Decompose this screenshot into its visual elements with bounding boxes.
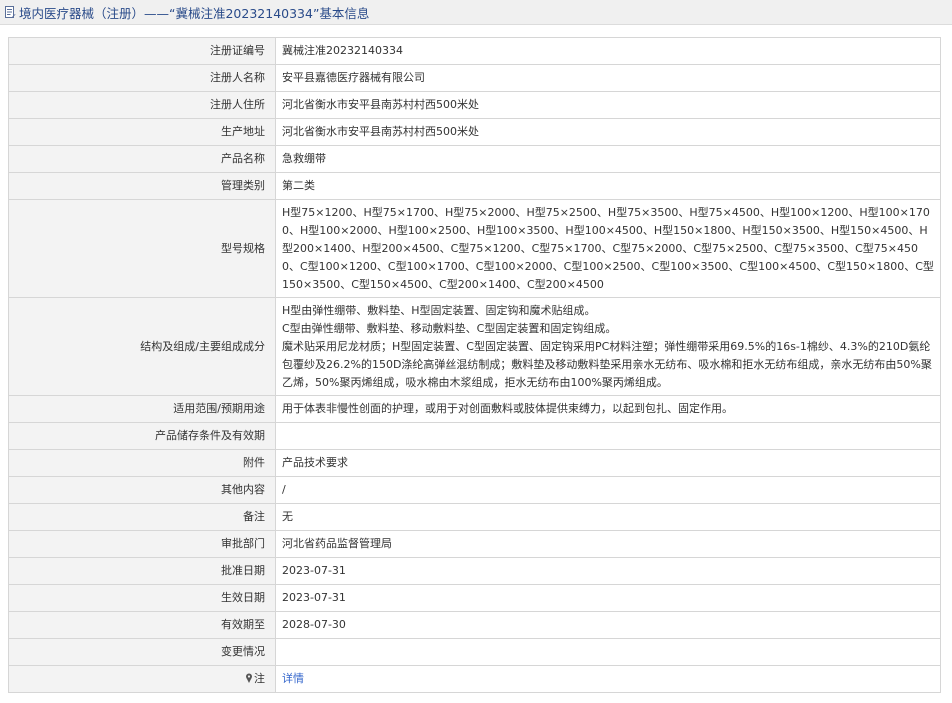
row-value: H型由弹性绷带、敷料垫、H型固定装置、固定钩和魔术贴组成。 C型由弹性绷带、敷料…	[275, 297, 941, 396]
table-row: 批准日期 2023-07-31	[8, 557, 941, 585]
row-value: 用于体表非慢性创面的护理，或用于对创面敷料或肢体提供束缚力，以起到包扎、固定作用…	[275, 395, 941, 423]
row-value	[275, 638, 941, 666]
table-row: 产品名称 急救绷带	[8, 145, 941, 173]
table-row: 其他内容 /	[8, 476, 941, 504]
page-title: 境内医疗器械（注册）——“冀械注准20232140334”基本信息	[19, 5, 370, 21]
row-label: 型号规格	[8, 199, 276, 298]
row-label: 产品储存条件及有效期	[8, 422, 276, 450]
table-row: 审批部门 河北省药品监督管理局	[8, 530, 941, 558]
row-value: 河北省药品监督管理局	[275, 530, 941, 558]
row-value: 2028-07-30	[275, 611, 941, 639]
structure-line: 魔术贴采用尼龙材质；H型固定装置、C型固定装置、固定钩采用PC材料注塑；弹性绷带…	[282, 339, 932, 389]
row-value: 产品技术要求	[275, 449, 941, 477]
row-value: 详情	[275, 665, 941, 693]
table-row: 注册人名称 安平县嘉德医疗器械有限公司	[8, 64, 941, 92]
row-value: 无	[275, 503, 941, 531]
table-row: 变更情况	[8, 638, 941, 666]
row-value: 河北省衡水市安平县南苏村村西500米处	[275, 118, 941, 146]
row-label: 有效期至	[8, 611, 276, 639]
page-header: 境内医疗器械（注册）——“冀械注准20232140334”基本信息	[0, 0, 952, 25]
note-label: 注	[8, 665, 276, 693]
row-label: 注册证编号	[8, 37, 276, 65]
row-value	[275, 422, 941, 450]
row-label: 生产地址	[8, 118, 276, 146]
row-label: 注册人名称	[8, 64, 276, 92]
row-value: 河北省衡水市安平县南苏村村西500米处	[275, 91, 941, 119]
table-row: 生效日期 2023-07-31	[8, 584, 941, 612]
info-table-container: 注册证编号 冀械注准20232140334 注册人名称 安平县嘉德医疗器械有限公…	[8, 37, 941, 693]
table-row: 注 详情	[8, 665, 941, 693]
row-label: 附件	[8, 449, 276, 477]
row-value: 2023-07-31	[275, 584, 941, 612]
table-row: 有效期至 2028-07-30	[8, 611, 941, 639]
row-value: H型75×1200、H型75×1700、H型75×2000、H型75×2500、…	[275, 199, 941, 298]
row-label: 产品名称	[8, 145, 276, 173]
row-label: 适用范围/预期用途	[8, 395, 276, 423]
row-label: 生效日期	[8, 584, 276, 612]
row-label: 注册人住所	[8, 91, 276, 119]
table-row: 结构及组成/主要组成成分 H型由弹性绷带、敷料垫、H型固定装置、固定钩和魔术贴组…	[8, 297, 941, 396]
map-pin-icon	[246, 673, 252, 683]
row-label: 结构及组成/主要组成成分	[8, 297, 276, 396]
row-label: 变更情况	[8, 638, 276, 666]
table-row: 适用范围/预期用途 用于体表非慢性创面的护理，或用于对创面敷料或肢体提供束缚力，…	[8, 395, 941, 423]
table-row: 附件 产品技术要求	[8, 449, 941, 477]
row-label: 审批部门	[8, 530, 276, 558]
row-value: 冀械注准20232140334	[275, 37, 941, 65]
row-label: 管理类别	[8, 172, 276, 200]
table-row: 注册人住所 河北省衡水市安平县南苏村村西500米处	[8, 91, 941, 119]
document-icon	[5, 6, 16, 18]
row-value: 第二类	[275, 172, 941, 200]
row-value: /	[275, 476, 941, 504]
table-row: 管理类别 第二类	[8, 172, 941, 200]
structure-line: C型由弹性绷带、敷料垫、移动敷料垫、C型固定装置和固定钩组成。	[282, 321, 617, 335]
table-row: 备注 无	[8, 503, 941, 531]
row-label: 备注	[8, 503, 276, 531]
table-row: 产品储存条件及有效期	[8, 422, 941, 450]
row-value: 急救绷带	[275, 145, 941, 173]
structure-line: H型由弹性绷带、敷料垫、H型固定装置、固定钩和魔术贴组成。	[282, 303, 596, 317]
table-row: 生产地址 河北省衡水市安平县南苏村村西500米处	[8, 118, 941, 146]
row-value: 安平县嘉德医疗器械有限公司	[275, 64, 941, 92]
table-row: 型号规格 H型75×1200、H型75×1700、H型75×2000、H型75×…	[8, 199, 941, 298]
row-value: 2023-07-31	[275, 557, 941, 585]
row-label: 其他内容	[8, 476, 276, 504]
details-link[interactable]: 详情	[282, 672, 304, 685]
row-label: 注	[254, 672, 265, 685]
row-label: 批准日期	[8, 557, 276, 585]
info-table: 注册证编号 冀械注准20232140334 注册人名称 安平县嘉德医疗器械有限公…	[8, 37, 941, 693]
table-row: 注册证编号 冀械注准20232140334	[8, 37, 941, 65]
